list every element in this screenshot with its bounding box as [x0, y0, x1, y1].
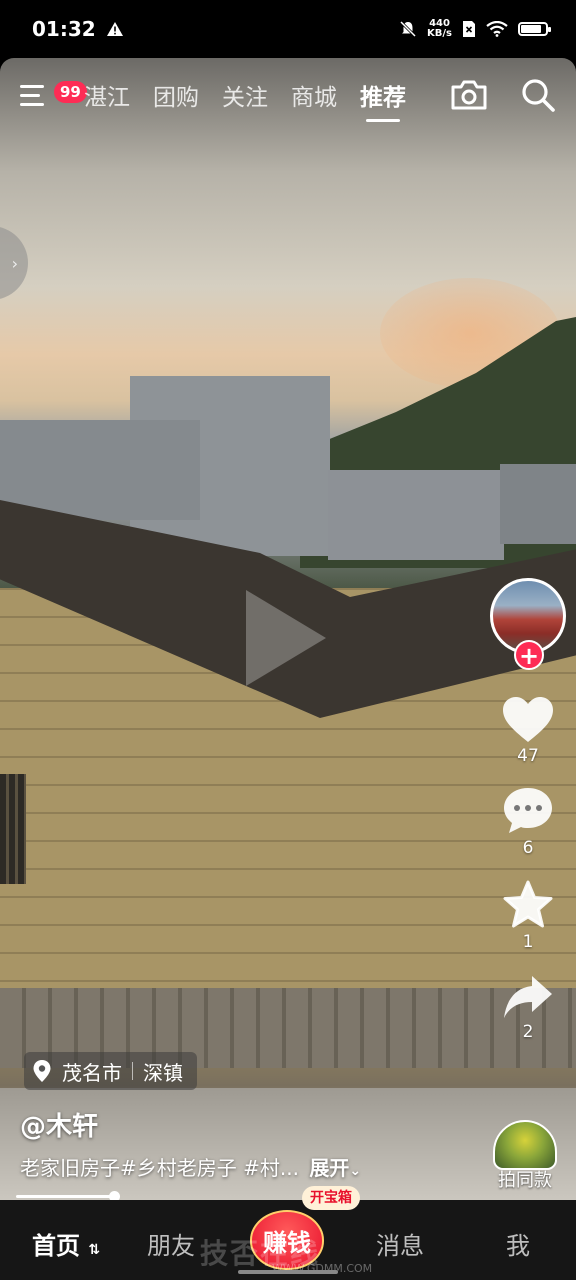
tab-group-buy[interactable]: 团购: [153, 78, 199, 112]
like-count: 47: [517, 746, 539, 766]
search-icon[interactable]: [520, 77, 556, 113]
warning-icon: [106, 22, 123, 36]
chevron-right-icon: ›: [11, 253, 18, 273]
top-nav: 99 湛江 团购 关注 商城 推荐: [0, 58, 576, 132]
nav-friends[interactable]: 朋友: [147, 1226, 195, 1261]
home-indicator[interactable]: [238, 1270, 338, 1274]
action-column: + 47 6 1 2: [488, 578, 568, 1042]
location-tag[interactable]: 茂名市 深镇: [24, 1052, 197, 1090]
tab-bar: 湛江 团购 关注 商城 推荐: [84, 78, 406, 122]
caption-text: 老家旧房子#乡村老房子 #村...: [20, 1156, 299, 1180]
comment-action[interactable]: 6: [502, 786, 554, 858]
nav-messages[interactable]: 消息: [376, 1226, 424, 1261]
tab-following[interactable]: 关注: [222, 78, 268, 112]
side-drawer-handle[interactable]: ›: [0, 226, 28, 300]
tab-mall[interactable]: 商城: [291, 78, 337, 112]
play-icon[interactable]: [246, 590, 326, 686]
comment-icon: [504, 788, 552, 833]
status-time: 01:32: [32, 17, 96, 41]
favorite-count: 1: [522, 932, 534, 952]
share-icon: [504, 976, 552, 1018]
status-bar: 01:32 440 KB/s: [0, 0, 576, 58]
nav-me[interactable]: 我: [506, 1226, 530, 1261]
net-speed: 440 KB/s: [427, 19, 452, 39]
mute-bell-icon: [399, 20, 417, 38]
menu-button[interactable]: 99: [20, 75, 87, 115]
comment-count: 6: [522, 838, 534, 858]
heart-icon: [503, 697, 553, 742]
same-style-label: 拍同款: [498, 1170, 552, 1191]
net-speed-unit: KB/s: [427, 28, 452, 39]
battery-icon: [518, 22, 551, 36]
nav-home[interactable]: 首页 ⇅: [32, 1226, 100, 1261]
same-style-thumbnail: [493, 1120, 557, 1170]
expand-button[interactable]: 展开⌄: [309, 1156, 361, 1180]
like-action[interactable]: 47: [501, 696, 555, 766]
location-divider: [132, 1062, 133, 1080]
same-style-button[interactable]: 拍同款: [490, 1120, 560, 1192]
author-name[interactable]: @木轩: [20, 1106, 98, 1143]
treasure-chest-badge[interactable]: 开宝箱: [302, 1186, 360, 1210]
favorite-action[interactable]: 1: [502, 880, 554, 952]
camera-icon[interactable]: [450, 79, 488, 111]
star-icon: [503, 880, 553, 928]
location-pin-icon: [33, 1060, 51, 1082]
location-town: 深镇: [143, 1060, 183, 1085]
share-action[interactable]: 2: [502, 974, 554, 1042]
tab-recommend[interactable]: 推荐: [360, 78, 406, 122]
notification-badge: 99: [54, 81, 87, 103]
wifi-icon: [486, 21, 508, 37]
video-progress-bar[interactable]: [16, 1195, 114, 1198]
location-city: 茂名市: [62, 1060, 122, 1085]
follow-plus-button[interactable]: +: [514, 640, 544, 670]
sim-off-icon: [463, 21, 475, 37]
switch-arrows-icon: ⇅: [88, 1242, 101, 1258]
tab-zhanjiang[interactable]: 湛江: [84, 78, 130, 112]
share-count: 2: [522, 1022, 534, 1042]
chevron-down-icon: ⌄: [349, 1163, 362, 1179]
video-caption[interactable]: 老家旧房子#乡村老房子 #村... 展开⌄: [20, 1152, 361, 1181]
